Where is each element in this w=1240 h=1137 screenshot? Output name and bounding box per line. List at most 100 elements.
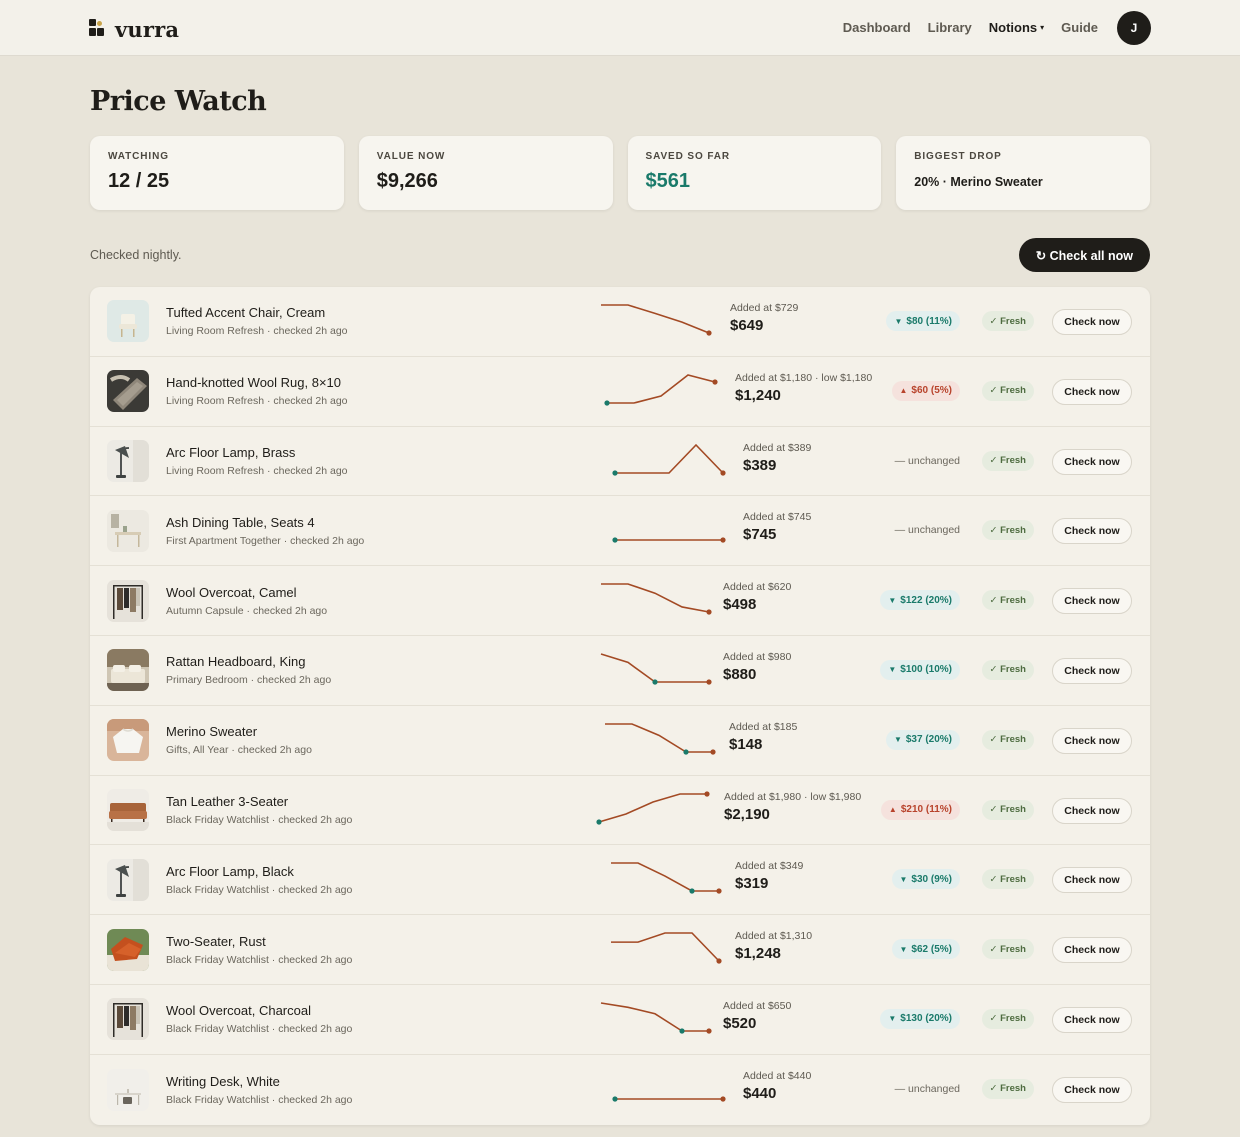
list-item[interactable]: Merino Sweater Gifts, All Year · checked…: [90, 706, 1150, 776]
top-bar: vurra Dashboard Library Notions ▾ Guide J: [0, 0, 1240, 56]
item-name[interactable]: Wool Overcoat, Camel: [166, 585, 586, 600]
nav-library[interactable]: Library: [928, 20, 972, 35]
sparkline-end-point: [716, 888, 722, 894]
product-thumbnail[interactable]: [107, 719, 149, 762]
check-now-button[interactable]: Check now: [1052, 727, 1132, 754]
sparkline-path: [607, 373, 716, 404]
stat-value: $561: [645, 170, 691, 192]
item-name[interactable]: Arc Floor Lamp, Black: [166, 864, 586, 879]
check-now-button[interactable]: Check now: [1052, 309, 1132, 335]
list-item[interactable]: Wool Overcoat, Charcoal Black Friday Wat…: [90, 985, 1150, 1055]
price-sparkline: [611, 862, 722, 894]
list-item[interactable]: Tan Leather 3-Seater Black Friday Watchl…: [90, 776, 1150, 846]
check-now-button[interactable]: Check now: [1052, 657, 1132, 684]
brand-logo[interactable]: vurra: [89, 13, 179, 42]
list-item[interactable]: Ash Dining Table, Seats 4 First Apartmen…: [90, 496, 1150, 567]
brand-name: vurra: [115, 17, 180, 42]
sparkline-end-point: [712, 379, 718, 385]
item-meta: Black Friday Watchlist · checked 2h ago: [166, 1093, 353, 1106]
item-meta: Living Room Refresh · checked 2h ago: [166, 464, 348, 477]
nav-notions[interactable]: Notions ▾: [989, 20, 1044, 35]
product-thumbnail[interactable]: [107, 370, 149, 413]
fresh-badge: ✓ Fresh: [981, 729, 1034, 750]
added-price: Added at $745: [743, 511, 812, 524]
price-block: Added at $389 $389: [743, 442, 811, 474]
check-now-button[interactable]: Check now: [1052, 867, 1132, 894]
triangle-up-icon: ▲: [888, 805, 897, 815]
item-name[interactable]: Merino Sweater: [166, 724, 586, 739]
price-block: Added at $745 $745: [743, 511, 811, 543]
item-name[interactable]: Arc Floor Lamp, Brass: [166, 445, 586, 460]
check-now-button[interactable]: Check now: [1052, 1076, 1132, 1103]
sparkline-low-point: [604, 400, 610, 406]
item-info: Hand-knotted Wool Rug, 8×10 Living Room …: [166, 375, 586, 407]
sparkline-path: [598, 792, 707, 823]
item-name[interactable]: Two-Seater, Rust: [166, 934, 586, 949]
price-block: Added at $650 $520: [723, 1000, 791, 1032]
item-name[interactable]: Rattan Headboard, King: [166, 654, 586, 669]
delta-text: $80 (11%): [906, 315, 952, 327]
item-name[interactable]: Hand-knotted Wool Rug, 8×10: [166, 375, 586, 390]
price-block: Added at $1,310 $1,248: [735, 930, 812, 962]
item-name[interactable]: Tufted Accent Chair, Cream: [166, 305, 586, 320]
schedule-note: Checked nightly.: [90, 248, 182, 262]
user-avatar[interactable]: J: [1117, 10, 1151, 45]
list-item[interactable]: Rattan Headboard, King Primary Bedroom ·…: [90, 636, 1150, 706]
item-name[interactable]: Tan Leather 3-Seater: [166, 794, 586, 809]
item-name[interactable]: Writing Desk, White: [166, 1074, 586, 1089]
product-thumbnail[interactable]: [107, 1068, 149, 1111]
current-price: $148: [729, 735, 763, 753]
product-thumbnail[interactable]: [107, 509, 149, 552]
product-thumbnail[interactable]: [107, 300, 149, 343]
check-now-button[interactable]: Check now: [1052, 797, 1132, 824]
sparkline-path: [600, 1002, 709, 1032]
list-item[interactable]: Tufted Accent Chair, Cream Living Room R…: [90, 287, 1150, 357]
product-thumbnail[interactable]: [107, 579, 149, 622]
added-price: Added at $650: [723, 999, 792, 1012]
price-sparkline: [612, 537, 726, 543]
stat-biggest-drop: BIGGEST DROP 20% · Merino Sweater: [896, 136, 1150, 210]
check-now-button[interactable]: Check now: [1052, 937, 1132, 964]
list-item[interactable]: Two-Seater, Rust Black Friday Watchlist …: [90, 915, 1150, 985]
delta-text: — unchanged: [894, 1082, 960, 1095]
product-thumbnail[interactable]: [107, 998, 149, 1041]
check-all-button[interactable]: ↻ Check all now: [1018, 238, 1150, 272]
product-thumbnail[interactable]: [107, 858, 149, 901]
item-meta: Primary Bedroom · checked 2h ago: [166, 674, 332, 687]
sparkline-end-point: [720, 537, 726, 543]
price-block: Added at $440 $440: [743, 1070, 811, 1102]
item-name[interactable]: Ash Dining Table, Seats 4: [166, 515, 586, 530]
list-item[interactable]: Writing Desk, White Black Friday Watchli…: [90, 1055, 1150, 1125]
delta-text: $100 (10%): [900, 664, 952, 676]
item-meta: Gifts, All Year · checked 2h ago: [166, 744, 312, 757]
current-price: $389: [743, 456, 777, 474]
current-price: $440: [743, 1084, 777, 1102]
check-now-button[interactable]: Check now: [1052, 378, 1132, 405]
list-item[interactable]: Hand-knotted Wool Rug, 8×10 Living Room …: [90, 357, 1150, 427]
stat-value: $9,266: [376, 170, 438, 192]
check-now-button[interactable]: Check now: [1052, 448, 1132, 475]
product-thumbnail[interactable]: [107, 439, 149, 482]
nav-guide[interactable]: Guide: [1061, 20, 1098, 35]
price-delta-badge: ▼ $122 (20%): [880, 590, 960, 611]
product-thumbnail[interactable]: [107, 928, 149, 971]
list-item[interactable]: Arc Floor Lamp, Black Black Friday Watch…: [90, 845, 1150, 916]
item-name[interactable]: Wool Overcoat, Charcoal: [166, 1003, 586, 1018]
check-now-button[interactable]: Check now: [1052, 1006, 1132, 1033]
item-info: Tufted Accent Chair, Cream Living Room R…: [166, 305, 586, 337]
triangle-down-icon: ▼: [899, 944, 908, 954]
check-now-button[interactable]: Check now: [1052, 588, 1132, 615]
page-title: Price Watch: [90, 86, 267, 117]
check-now-button[interactable]: Check now: [1052, 518, 1132, 545]
product-thumbnail[interactable]: [107, 649, 149, 692]
list-item[interactable]: Wool Overcoat, Camel Autumn Capsule · ch…: [90, 566, 1150, 636]
price-block: Added at $185 $148: [729, 721, 797, 753]
list-item[interactable]: Arc Floor Lamp, Brass Living Room Refres…: [90, 427, 1150, 497]
nav-dashboard[interactable]: Dashboard: [843, 20, 911, 35]
delta-text: $37 (20%): [905, 734, 952, 746]
sparkline-end-point: [720, 469, 726, 476]
stat-label: VALUE NOW: [376, 151, 446, 162]
product-thumbnail[interactable]: [107, 788, 149, 831]
triangle-down-icon: ▼: [888, 665, 897, 675]
fresh-badge: ✓ Fresh: [981, 799, 1034, 820]
